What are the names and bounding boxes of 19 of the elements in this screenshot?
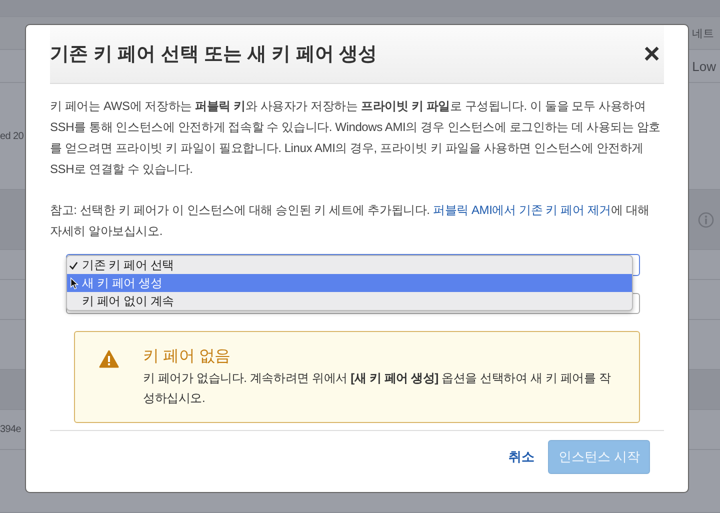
check-icon xyxy=(69,260,78,270)
description-text: 키 페어는 AWS에 저장하는 퍼블릭 키와 사용자가 저장하는 프라이빗 키 파일로 구성됩니다. 이 둘을 모두 사용하여 SSH를 통해 인스턴스에 안전하게 접속할 수 있습니다. Windows AMI의 경우 인스턴스에 로그인하는 데 사용되는 암호를 얻으려면 프라이빗 키 파일이 필요합니다. Linux AMI의 경우, 프라이빗 키 파일을 사용하면 인스턴스에 안전하게 SSH로 연결할 수 있습니다. xyxy=(50,98,662,178)
note-text: 참고: 선택한 키 페어가 이 인스턴스에 대해 승인된 키 세트에 추가됩니다. 퍼블릭 AMI에서 기존 키 페어 제거에 대해 자세히 알아보십시오. xyxy=(50,202,651,240)
dropdown-option[interactable]: 기존 키 페어 선택 xyxy=(67,256,632,274)
column-header: 네트 xyxy=(692,26,714,40)
table-cell: Low xyxy=(692,58,716,74)
cancel-button[interactable]: 취소 xyxy=(508,442,534,472)
help-link[interactable]: 퍼블릭 AMI에서 기존 키 페어 제거 xyxy=(432,203,611,217)
close-button[interactable]: × xyxy=(640,40,664,68)
dialog-title: 기존 키 페어 선택 또는 새 키 페어 생성 xyxy=(50,43,378,67)
pointer-icon xyxy=(70,277,79,290)
warning-icon xyxy=(99,350,119,368)
dropdown-option[interactable]: 새 키 페어 생성 xyxy=(67,274,632,292)
warning-message: 키 페어가 없습니다. 계속하려면 위에서 [새 키 페어 생성] 옵션을 선택하여 새 키 페어를 작성하십시오. xyxy=(143,370,612,407)
info-icon[interactable] xyxy=(698,212,714,228)
table-cell: ed 20 xyxy=(0,130,24,142)
table-cell: 394e xyxy=(0,424,22,435)
warning-title: 키 페어 없음 xyxy=(143,347,232,367)
dropdown-option[interactable]: 키 페어 없이 계속 xyxy=(67,292,632,310)
